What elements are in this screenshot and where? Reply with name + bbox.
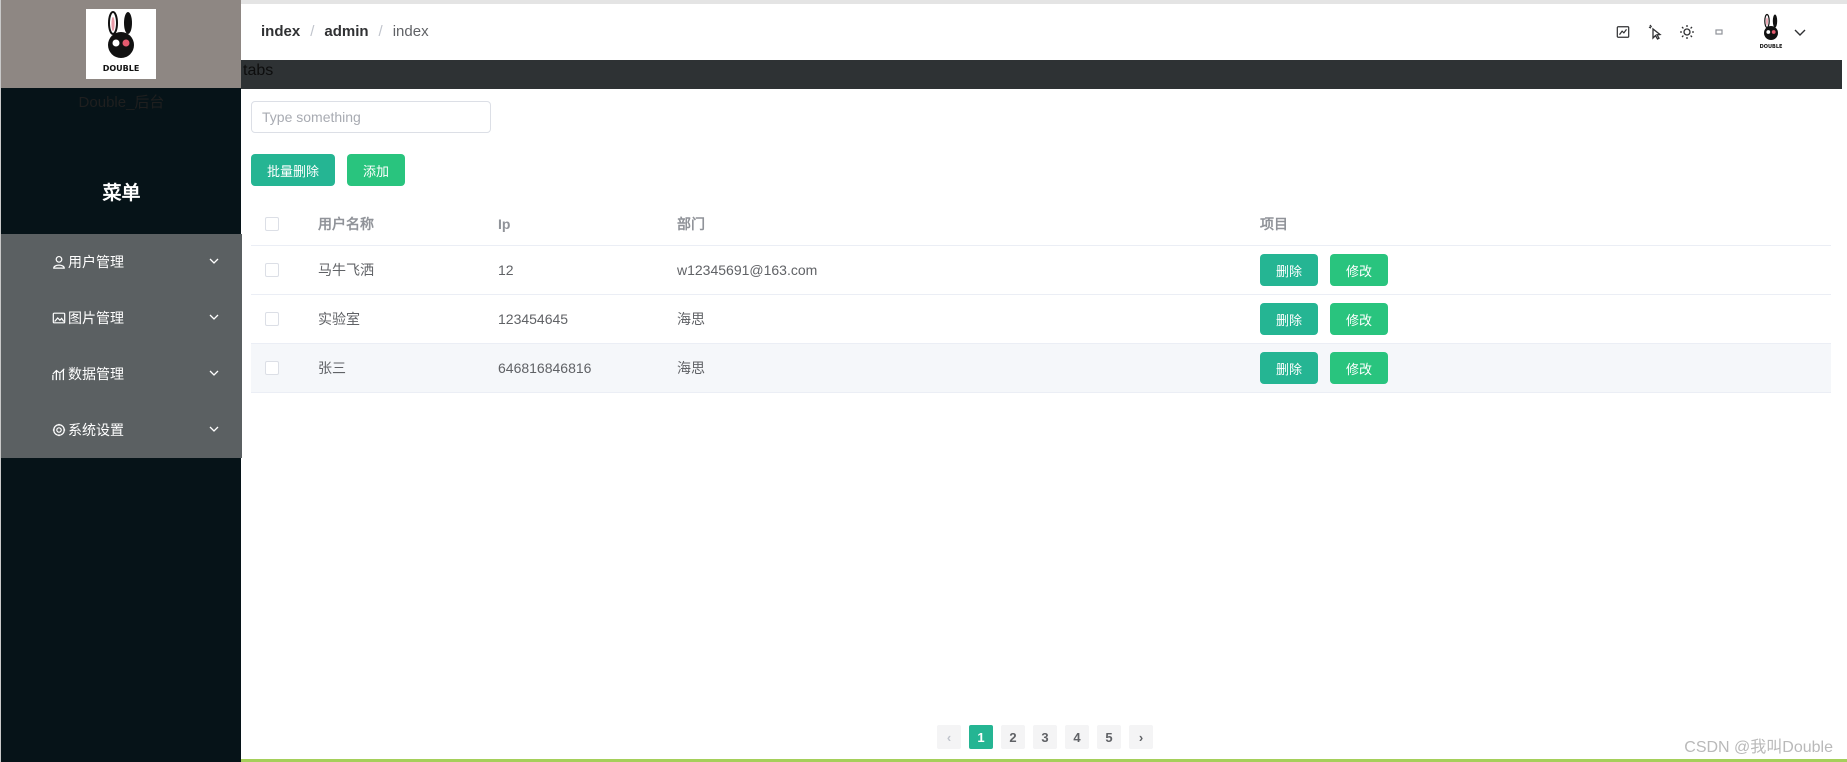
batch-delete-button[interactable]: 批量删除 bbox=[251, 154, 336, 186]
cell-actions: 删除 修改 bbox=[1260, 352, 1831, 384]
cell-ip: 12 bbox=[498, 262, 514, 278]
sidebar-item-label: 图片管理 bbox=[68, 310, 124, 326]
chart-icon[interactable] bbox=[1613, 22, 1633, 42]
page-button[interactable]: 5 bbox=[1097, 725, 1121, 749]
picture-icon bbox=[51, 310, 67, 326]
header-tools: DOUBLE bbox=[1601, 12, 1807, 52]
chevron-down-icon bbox=[209, 258, 219, 264]
app-root: DOUBLE Double_后台 菜单 用户管理 图片管理 数据管理 系统设置 … bbox=[0, 0, 1847, 762]
page-button[interactable]: 3 bbox=[1033, 725, 1057, 749]
user-table: 用户名称 Ip 部门 项目 马牛飞洒 12 w12345691@163.com … bbox=[251, 202, 1831, 393]
cell-actions: 删除 修改 bbox=[1260, 303, 1831, 335]
pagination: ‹ 1 2 3 4 5 › bbox=[933, 725, 1157, 749]
avatar[interactable]: DOUBLE bbox=[1755, 13, 1787, 51]
column-header-ip: Ip bbox=[498, 215, 511, 232]
svg-text:DOUBLE: DOUBLE bbox=[103, 64, 140, 73]
column-header-department: 部门 bbox=[677, 215, 705, 232]
edit-button[interactable]: 修改 bbox=[1330, 303, 1389, 335]
breadcrumb-separator: / bbox=[310, 23, 315, 40]
double-logo[interactable]: DOUBLE bbox=[86, 9, 156, 79]
row-checkbox[interactable] bbox=[265, 312, 279, 326]
chevron-down-icon bbox=[209, 426, 219, 432]
page-button[interactable]: 4 bbox=[1065, 725, 1089, 749]
sidebar-item-picture-management[interactable]: 图片管理 bbox=[1, 290, 242, 346]
user-icon bbox=[51, 254, 67, 270]
chevron-down-icon[interactable] bbox=[1793, 25, 1807, 39]
search-input[interactable] bbox=[251, 101, 491, 133]
sidebar-item-system-settings[interactable]: 系统设置 bbox=[1, 402, 242, 458]
watermark: CSDN @我叫Double bbox=[1684, 739, 1833, 756]
sidebar-item-user-management[interactable]: 用户管理 bbox=[1, 234, 242, 290]
sidebar-menu: 用户管理 图片管理 数据管理 系统设置 bbox=[1, 234, 242, 458]
breadcrumb: index / admin / index bbox=[261, 23, 429, 40]
main-content: 批量删除 添加 用户名称 Ip 部门 项目 马牛飞洒 12 w12345691@… bbox=[251, 89, 1831, 762]
row-checkbox[interactable] bbox=[265, 263, 279, 277]
cell-department: 海思 bbox=[677, 311, 705, 327]
fullscreen-icon[interactable] bbox=[1709, 22, 1729, 42]
prev-page-button[interactable]: ‹ bbox=[937, 725, 961, 749]
logo-area: DOUBLE bbox=[1, 0, 242, 88]
cell-name: 实验室 bbox=[318, 311, 360, 327]
cell-ip: 123454645 bbox=[498, 311, 569, 327]
breadcrumb-item[interactable]: admin bbox=[324, 23, 368, 40]
add-button[interactable]: 添加 bbox=[347, 154, 406, 186]
settings-icon bbox=[51, 422, 67, 438]
breadcrumb-current: index bbox=[392, 23, 429, 40]
edit-button[interactable]: 修改 bbox=[1330, 352, 1389, 384]
cell-department: 海思 bbox=[677, 360, 705, 376]
sidebar-item-label: 系统设置 bbox=[68, 422, 124, 438]
cell-department: w12345691@163.com bbox=[677, 262, 818, 278]
sidebar-item-label: 数据管理 bbox=[68, 366, 124, 382]
delete-button[interactable]: 删除 bbox=[1260, 352, 1319, 384]
sidebar-item-label: 用户管理 bbox=[68, 254, 124, 270]
svg-text:DOUBLE: DOUBLE bbox=[1760, 44, 1783, 50]
top-header: index / admin / index DOUBLE bbox=[241, 0, 1847, 60]
tabs-bar: tabs bbox=[241, 60, 1842, 89]
cell-ip: 646816846816 bbox=[498, 360, 592, 376]
page-button[interactable]: 2 bbox=[1001, 725, 1025, 749]
breadcrumb-item[interactable]: index bbox=[261, 23, 300, 40]
data-chart-icon bbox=[51, 366, 67, 382]
edit-button[interactable]: 修改 bbox=[1330, 254, 1389, 286]
table-row: 马牛飞洒 12 w12345691@163.com 删除 修改 bbox=[251, 246, 1831, 295]
cell-name: 马牛飞洒 bbox=[318, 262, 374, 278]
cell-name: 张三 bbox=[318, 360, 346, 376]
table-header-row: 用户名称 Ip 部门 项目 bbox=[251, 202, 1831, 246]
chevron-down-icon bbox=[209, 314, 219, 320]
delete-button[interactable]: 删除 bbox=[1260, 303, 1319, 335]
cell-actions: 删除 修改 bbox=[1260, 254, 1831, 286]
sidebar: DOUBLE Double_后台 菜单 用户管理 图片管理 数据管理 系统设置 bbox=[0, 0, 242, 762]
select-all-checkbox[interactable] bbox=[265, 216, 279, 231]
next-page-button[interactable]: › bbox=[1129, 725, 1153, 749]
app-name: Double_后台 bbox=[78, 94, 165, 111]
delete-button[interactable]: 删除 bbox=[1260, 254, 1319, 286]
chevron-down-icon bbox=[209, 370, 219, 376]
breadcrumb-separator: / bbox=[378, 23, 383, 40]
table-row: 张三 646816846816 海思 删除 修改 bbox=[251, 344, 1831, 393]
row-checkbox[interactable] bbox=[265, 361, 279, 375]
sidebar-item-data-management[interactable]: 数据管理 bbox=[1, 346, 242, 402]
pointer-icon[interactable] bbox=[1645, 22, 1665, 42]
sun-icon[interactable] bbox=[1677, 22, 1697, 42]
menu-title: 菜单 bbox=[102, 183, 141, 204]
column-header-project: 项目 bbox=[1260, 215, 1288, 232]
column-header-name: 用户名称 bbox=[318, 215, 374, 232]
page-button[interactable]: 1 bbox=[969, 725, 993, 749]
toolbar: 批量删除 添加 bbox=[251, 154, 406, 186]
table-row: 实验室 123454645 海思 删除 修改 bbox=[251, 295, 1831, 344]
